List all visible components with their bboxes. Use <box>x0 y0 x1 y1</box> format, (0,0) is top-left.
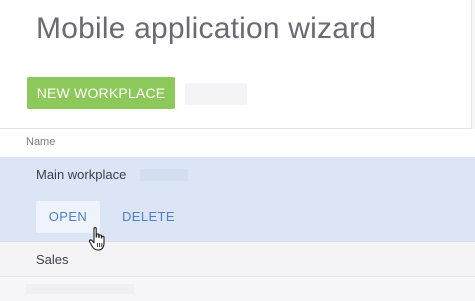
row-name: Main workplace <box>36 167 127 182</box>
workplaces-grid: Name Main workplace OPEN DELETE Sales <box>0 129 475 301</box>
faded-row-placeholder <box>26 284 134 294</box>
new-workplace-button[interactable]: NEW WORKPLACE <box>27 77 175 109</box>
page-header-panel: Mobile application wizard NEW WORKPLACE <box>0 0 472 129</box>
column-header-name: Name <box>26 136 56 148</box>
table-row-selected[interactable]: Main workplace OPEN DELETE <box>0 157 475 242</box>
delete-button[interactable]: DELETE <box>114 201 183 233</box>
faded-toolbar-placeholder <box>185 83 247 105</box>
table-row[interactable]: Sales <box>0 242 475 277</box>
grid-column-header: Name <box>0 129 475 158</box>
faded-row-text <box>140 169 188 181</box>
mobile-app-wizard-page: Mobile application wizard NEW WORKPLACE … <box>0 0 475 301</box>
open-button[interactable]: OPEN <box>36 201 100 233</box>
page-title: Mobile application wizard <box>36 12 377 45</box>
row-name: Sales <box>36 252 69 267</box>
